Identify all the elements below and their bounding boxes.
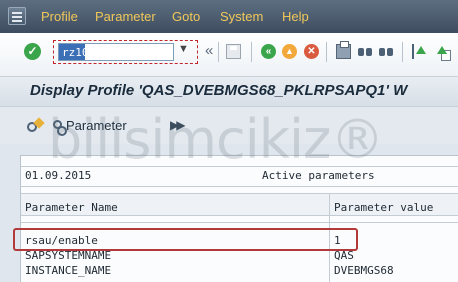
system-menu-icon[interactable] [8,7,26,25]
back-icon[interactable]: « [261,44,276,59]
previous-page-icon[interactable] [435,44,451,61]
exit-icon[interactable]: ▲ [282,44,297,59]
divider [21,193,458,194]
enter-checkmark-icon[interactable]: ✓ [24,43,41,60]
find-binoculars-icon[interactable] [358,44,373,59]
toolbar-separator [218,42,219,62]
toolbar-separator [251,42,252,62]
divider [21,215,458,216]
column-header-parameter-value: Parameter value [334,201,434,214]
command-field-value: rz10 [62,46,89,59]
menu-parameter[interactable]: Parameter [95,9,156,24]
chevron-down-icon[interactable]: ▼ [178,43,189,55]
find-next-binoculars-icon[interactable] [379,44,394,59]
print-icon[interactable] [336,41,351,59]
table-row-value[interactable]: DVEBMGS68 [334,264,394,277]
divider [21,186,458,187]
save-icon[interactable] [226,44,241,59]
divider [21,166,458,167]
divider [21,222,458,223]
page-title: Display Profile 'QAS_DVEBMGS68_PKLRPSAPQ… [30,82,408,99]
parameter-button-label[interactable]: Parameter [66,118,127,133]
menu-goto[interactable]: Goto [172,9,200,24]
cancel-icon[interactable]: ✕ [304,44,319,59]
highlight-box [13,228,358,251]
first-page-icon[interactable] [412,44,427,59]
report-date: 01.09.2015 [25,169,92,182]
more-arrows-icon[interactable]: ▶▶ [170,118,186,132]
menu-help[interactable]: Help [282,9,309,24]
menu-profile[interactable]: Profile [41,9,78,24]
menu-system[interactable]: System [220,9,263,24]
table-row-name[interactable]: INSTANCE_NAME [25,264,111,277]
collapse-arrows-icon[interactable]: « [205,42,213,59]
display-change-icon[interactable] [27,119,43,132]
toolbar-separator [326,42,327,62]
column-header-parameter-name: Parameter Name [25,201,118,214]
toolbar-separator [402,42,403,62]
report-heading: Active parameters [262,169,375,182]
parameter-icon[interactable] [53,120,67,136]
